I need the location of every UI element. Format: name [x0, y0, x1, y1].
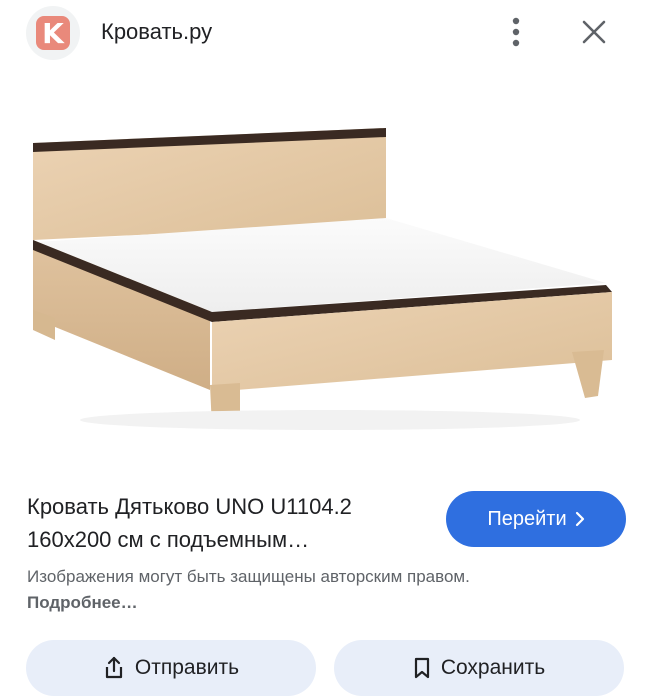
product-title-line1: Кровать Дятьково UNO U1104.2: [27, 494, 352, 519]
site-logo-letter: K: [36, 16, 70, 50]
save-button[interactable]: Сохранить: [334, 640, 624, 696]
viewer-header: K Кровать.ру: [0, 0, 652, 68]
site-name[interactable]: Кровать.ру: [101, 19, 212, 45]
copyright-notice: Изображения могут быть защищены авторски…: [27, 564, 487, 616]
bed-image: [33, 128, 612, 430]
product-image[interactable]: [0, 68, 652, 480]
site-logo[interactable]: K: [26, 6, 80, 60]
close-icon: [582, 20, 606, 44]
product-title[interactable]: Кровать Дятьково UNO U1104.2 160х200 см …: [27, 490, 427, 556]
close-button[interactable]: [572, 12, 616, 52]
learn-more-link[interactable]: Подробнее…: [27, 593, 138, 612]
bookmark-icon: [414, 657, 429, 679]
share-button[interactable]: Отправить: [26, 640, 316, 696]
more-vert-icon: [512, 17, 520, 47]
product-title-line2: 160х200 см с подъемным…: [27, 527, 310, 552]
share-button-label: Отправить: [134, 656, 240, 679]
copyright-text: Изображения могут быть защищены авторски…: [27, 567, 470, 586]
save-button-label: Сохранить: [440, 656, 546, 679]
goto-button[interactable]: Перейти: [446, 491, 626, 547]
share-icon: [105, 656, 123, 679]
chevron-right-icon: [575, 511, 584, 527]
goto-button-label: Перейти: [487, 507, 567, 530]
more-options-button[interactable]: [496, 12, 536, 52]
